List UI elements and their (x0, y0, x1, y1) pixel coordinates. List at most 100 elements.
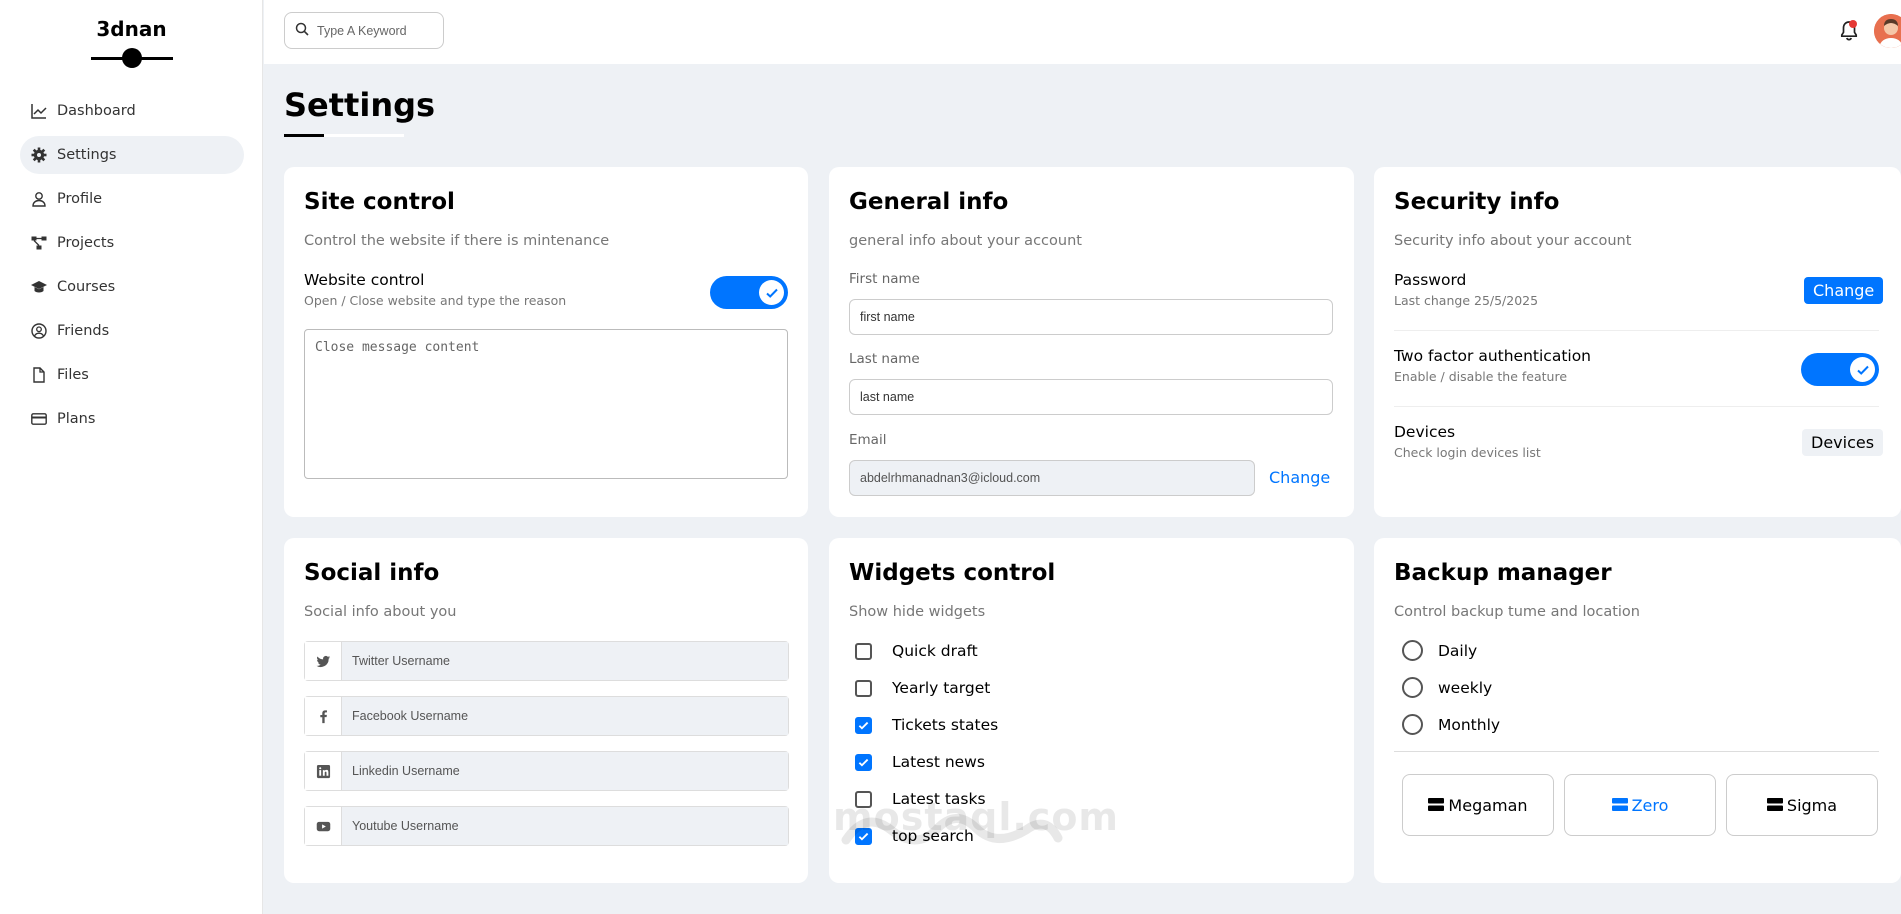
backup-weekly-radio[interactable]: weekly (1402, 677, 1492, 698)
checkbox[interactable] (855, 642, 872, 660)
widget-yearly-target-checkbox[interactable]: Yearly target (855, 679, 990, 697)
checkbox[interactable] (855, 716, 872, 734)
search-box[interactable] (284, 12, 444, 49)
twitter-username-input[interactable] (342, 642, 788, 680)
two-factor-toggle[interactable] (1801, 353, 1879, 386)
facebook-row (304, 696, 789, 736)
facebook-icon (305, 697, 342, 735)
website-control-toggle[interactable] (710, 276, 788, 309)
facebook-username-input[interactable] (342, 697, 788, 735)
sidebar-item-dashboard[interactable]: Dashboard (20, 92, 244, 130)
sidebar-item-label: Dashboard (57, 103, 136, 119)
change-email-link[interactable]: Change (1269, 468, 1330, 487)
widget-latest-news-checkbox[interactable]: Latest news (855, 753, 985, 771)
server-megaman-option[interactable]: Megaman (1402, 774, 1554, 836)
first-name-field[interactable] (849, 299, 1333, 335)
server-label: Megaman (1448, 795, 1528, 815)
backup-monthly-radio[interactable]: Monthly (1402, 714, 1500, 735)
twitter-row (304, 641, 789, 681)
server-icon (1611, 796, 1632, 815)
sidebar-item-label: Friends (57, 323, 110, 339)
linkedin-username-input[interactable] (342, 752, 788, 790)
avatar[interactable] (1874, 14, 1901, 48)
backup-daily-radio[interactable]: Daily (1402, 640, 1477, 661)
card-title: Social info (304, 560, 440, 586)
card-subtitle: Social info about you (304, 604, 457, 620)
site-control-card: Site control Control the website if ther… (284, 167, 808, 517)
sidebar-item-friends[interactable]: Friends (20, 312, 244, 350)
linkedin-icon (305, 752, 342, 790)
sidebar-item-plans[interactable]: Plans (20, 400, 244, 438)
card-title: General info (849, 189, 1009, 215)
card-subtitle: general info about your account (849, 233, 1082, 249)
server-icon (1766, 796, 1787, 815)
widget-tickets-states-checkbox[interactable]: Tickets states (855, 716, 998, 734)
checkmark-icon (1850, 357, 1875, 382)
sidebar-item-label: Projects (57, 235, 115, 251)
checkbox-label: Yearly target (892, 679, 991, 697)
youtube-icon (305, 807, 342, 845)
title-underline (284, 134, 404, 137)
user-circle-icon (30, 323, 47, 340)
brand-logo-mark (91, 48, 173, 68)
server-zero-option[interactable]: Zero (1564, 774, 1716, 836)
radio-button[interactable] (1402, 640, 1423, 661)
checkbox[interactable] (855, 679, 872, 697)
server-sigma-option[interactable]: Sigma (1726, 774, 1878, 836)
last-name-field[interactable] (849, 379, 1333, 415)
radio-label: Daily (1438, 641, 1478, 660)
graduation-cap-icon (30, 279, 47, 296)
youtube-row (304, 806, 789, 846)
checkbox[interactable] (855, 753, 872, 771)
sidebar-item-courses[interactable]: Courses (20, 268, 244, 306)
sidebar-item-files[interactable]: Files (20, 356, 244, 394)
card-subtitle: Security info about your account (1394, 233, 1632, 249)
radio-label: weekly (1438, 678, 1493, 697)
card-subtitle: Control backup tume and location (1394, 604, 1640, 620)
diagram-icon (30, 235, 47, 252)
divider (1394, 406, 1879, 407)
divider (1394, 330, 1879, 331)
radio-button[interactable] (1402, 714, 1423, 735)
widget-quick-draft-checkbox[interactable]: Quick draft (855, 642, 978, 660)
sidebar-item-label: Files (57, 367, 89, 383)
sidebar-item-label: Settings (57, 147, 117, 163)
card-subtitle: Show hide widgets (849, 604, 986, 620)
gear-icon (30, 147, 47, 164)
card-title: Security info (1394, 189, 1560, 215)
radio-label: Monthly (1438, 715, 1501, 734)
radio-button[interactable] (1402, 677, 1423, 698)
sidebar-item-settings[interactable]: Settings (20, 136, 244, 174)
search-input[interactable] (317, 23, 437, 38)
credit-card-icon (30, 411, 47, 428)
notification-badge (1849, 20, 1857, 28)
sidebar-item-label: Plans (57, 411, 96, 427)
search-icon (295, 21, 317, 40)
sidebar-item-projects[interactable]: Projects (20, 224, 244, 262)
change-password-button[interactable]: Change (1804, 277, 1884, 304)
notification-bell-icon[interactable] (1837, 19, 1861, 43)
devices-button[interactable]: Devices (1802, 429, 1884, 456)
youtube-username-input[interactable] (342, 807, 788, 845)
server-label: Zero (1631, 795, 1669, 815)
card-subtitle: Control the website if there is mintenan… (304, 233, 610, 249)
close-message-textarea[interactable] (304, 329, 788, 479)
top-bar (264, 0, 1901, 64)
social-info-card: Social info Social info about you (284, 538, 808, 883)
sidebar-nav: Dashboard Settings Profile Projects Cour… (20, 92, 244, 444)
checkmark-icon (759, 280, 784, 305)
sidebar-item-profile[interactable]: Profile (20, 180, 244, 218)
first-name-label: First name (849, 271, 920, 287)
sidebar-item-label: Courses (57, 279, 116, 295)
website-control-description: Open / Close website and type the reason (304, 293, 567, 308)
sidebar: 3dnan Dashboard Settings Profile Project… (0, 0, 263, 914)
sidebar-item-label: Profile (57, 191, 103, 207)
general-info-card: General info general info about your acc… (829, 167, 1354, 517)
server-icon (1428, 796, 1448, 815)
server-label: Sigma (1786, 795, 1838, 815)
page-title: Settings (284, 86, 436, 124)
card-title: Site control (304, 189, 455, 215)
brand-name: 3dnan (96, 17, 167, 41)
security-info-card: Security info Security info about your a… (1374, 167, 1901, 517)
backup-manager-card: Backup manager Control backup tume and l… (1374, 538, 1901, 883)
